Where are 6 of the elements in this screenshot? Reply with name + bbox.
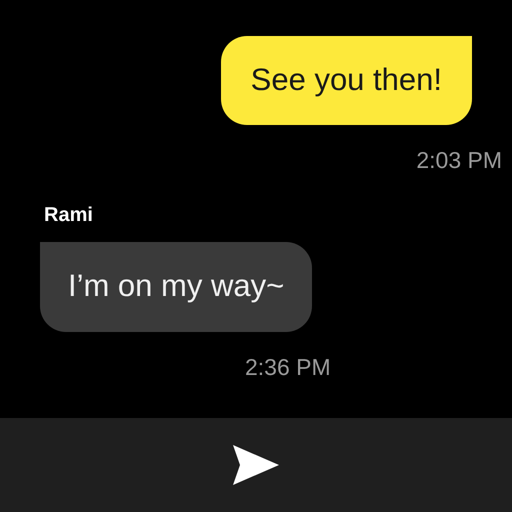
timestamp: 2:03 PM	[416, 146, 502, 175]
message-bubble: I’m on my way~	[40, 242, 312, 332]
message-bubble: See you then!	[220, 36, 472, 125]
timestamp: 2:36 PM	[245, 352, 331, 382]
sender-name: Rami	[44, 202, 93, 228]
send-icon	[231, 443, 281, 487]
